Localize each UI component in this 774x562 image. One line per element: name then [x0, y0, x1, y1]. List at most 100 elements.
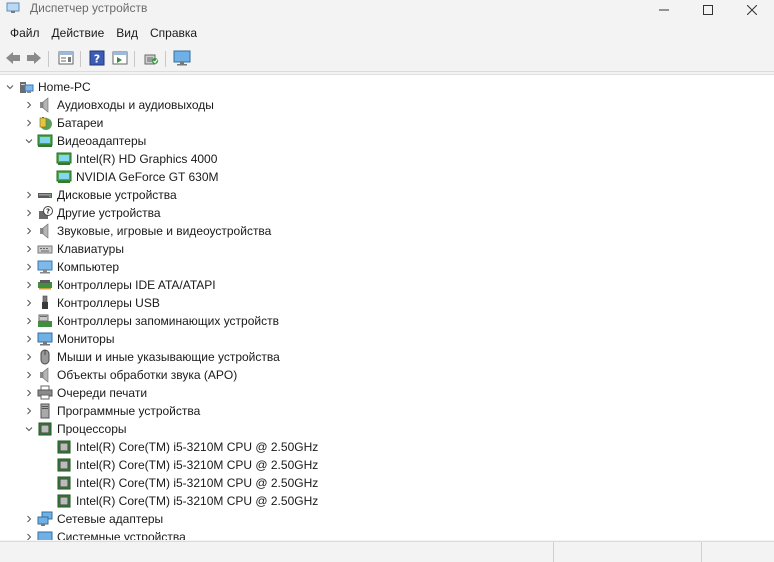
printer-icon [37, 385, 53, 401]
chevron-right-icon[interactable] [21, 240, 37, 258]
view-button[interactable] [110, 48, 130, 68]
keyboard-icon [37, 241, 53, 257]
tree-category-3[interactable]: Дисковые устройства [0, 186, 760, 204]
tree-category-7[interactable]: Компьютер [0, 258, 760, 276]
tree-item-label: Другие устройства [57, 206, 161, 220]
chevron-down-icon[interactable] [21, 132, 37, 150]
chevron-right-icon[interactable] [21, 528, 37, 540]
display-device-icon [56, 169, 72, 185]
tree-category-12[interactable]: Мыши и иные указывающие устройства [0, 348, 760, 366]
tree-item-label: Сетевые адаптеры [57, 512, 164, 526]
tree-category-2[interactable]: Видеоадаптеры [0, 132, 760, 150]
chevron-right-icon[interactable] [21, 366, 37, 384]
device-tree[interactable]: Home-PC Аудиовходы и аудиовыходы Батареи Ви… [0, 74, 774, 540]
tree-item-label: Intel(R) Core(TM) i5-3210M CPU @ 2.50GHz [76, 476, 319, 490]
pc-root-icon [18, 79, 34, 95]
tree-item-label: Объекты обработки звука (APO) [57, 368, 238, 382]
back-icon [6, 52, 20, 64]
tree-category-9[interactable]: Контроллеры USB [0, 294, 760, 312]
unknown-device-icon: ? [37, 205, 53, 221]
tree-device-2-1[interactable]: NVIDIA GeForce GT 630M [0, 168, 760, 186]
chevron-down-icon[interactable] [21, 420, 37, 438]
chevron-right-icon[interactable] [21, 294, 37, 312]
properties-icon [58, 51, 74, 65]
toolbar-separator [80, 51, 81, 67]
monitor-button[interactable] [172, 48, 192, 68]
ide-controller-icon [37, 277, 53, 293]
processor-icon [56, 493, 72, 509]
tree-category-18[interactable]: Системные устройства [0, 528, 760, 540]
tree-category-15[interactable]: Программные устройства [0, 402, 760, 420]
tree-category-11[interactable]: Мониторы [0, 330, 760, 348]
tree-category-8[interactable]: Контроллеры IDE ATA/ATAPI [0, 276, 760, 294]
tree-category-10[interactable]: Контроллеры запоминающих устройств [0, 312, 760, 330]
forward-icon [27, 52, 41, 64]
tree-device-16-1[interactable]: Intel(R) Core(TM) i5-3210M CPU @ 2.50GHz [0, 456, 760, 474]
speaker-icon [37, 97, 53, 113]
chevron-right-icon[interactable] [21, 348, 37, 366]
back-button[interactable] [3, 48, 23, 68]
chevron-right-icon[interactable] [21, 384, 37, 402]
chevron-right-icon[interactable] [21, 276, 37, 294]
tree-category-17[interactable]: Сетевые адаптеры [0, 510, 760, 528]
chevron-right-icon[interactable] [21, 330, 37, 348]
maximize-button[interactable] [686, 0, 730, 19]
tree-item-label: Home-PC [38, 80, 91, 94]
tree-category-4[interactable]: ? Другие устройства [0, 204, 760, 222]
chevron-right-icon[interactable] [21, 114, 37, 132]
minimize-button[interactable] [642, 0, 686, 19]
properties-button[interactable] [56, 48, 76, 68]
tree-device-16-2[interactable]: Intel(R) Core(TM) i5-3210M CPU @ 2.50GHz [0, 474, 760, 492]
tree-root-home-pc[interactable]: Home-PC [0, 78, 760, 96]
storage-controller-icon [37, 313, 53, 329]
network-adapter-icon [37, 511, 53, 527]
tree-item-label: Аудиовходы и аудиовыходы [57, 98, 214, 112]
tree-item-label: Звуковые, игровые и видеоустройства [57, 224, 272, 238]
tree-category-6[interactable]: Клавиатуры [0, 240, 760, 258]
tree-category-5[interactable]: Звуковые, игровые и видеоустройства [0, 222, 760, 240]
menu-file[interactable]: Файл [4, 26, 46, 40]
tree-category-0[interactable]: Аудиовходы и аудиовыходы [0, 96, 760, 114]
tree-item-label: Intel(R) Core(TM) i5-3210M CPU @ 2.50GHz [76, 458, 319, 472]
menu-view[interactable]: Вид [110, 26, 144, 40]
chevron-down-icon[interactable] [2, 78, 18, 96]
tree-item-label: Intel(R) Core(TM) i5-3210M CPU @ 2.50GHz [76, 494, 319, 508]
chevron-right-icon[interactable] [21, 258, 37, 276]
battery-icon [37, 115, 53, 131]
computer-icon [37, 259, 53, 275]
tree-category-13[interactable]: Объекты обработки звука (APO) [0, 366, 760, 384]
tree-category-16[interactable]: Процессоры [0, 420, 760, 438]
toolbar: ? [0, 44, 774, 72]
tree-device-16-3[interactable]: Intel(R) Core(TM) i5-3210M CPU @ 2.50GHz [0, 492, 760, 510]
chevron-right-icon[interactable] [21, 222, 37, 240]
tree-category-14[interactable]: Очереди печати [0, 384, 760, 402]
toolbar-separator [48, 51, 49, 67]
chevron-right-icon[interactable] [21, 186, 37, 204]
tree-item-label: Дисковые устройства [57, 188, 177, 202]
menu-help[interactable]: Справка [144, 26, 203, 40]
chevron-right-icon[interactable] [21, 402, 37, 420]
tree-device-2-0[interactable]: Intel(R) HD Graphics 4000 [0, 150, 760, 168]
tree-device-16-0[interactable]: Intel(R) Core(TM) i5-3210M CPU @ 2.50GHz [0, 438, 760, 456]
svg-text:?: ? [94, 53, 100, 66]
chevron-right-icon[interactable] [21, 96, 37, 114]
device-manager-icon [6, 2, 20, 13]
processor-icon [37, 421, 53, 437]
disk-drive-icon [37, 187, 53, 203]
title-bar: Диспетчер устройств [0, 0, 774, 19]
tree-item-label: Компьютер [57, 260, 120, 274]
tree-item-label: Intel(R) HD Graphics 4000 [76, 152, 218, 166]
scan-hardware-button[interactable] [141, 48, 161, 68]
forward-button[interactable] [24, 48, 44, 68]
chevron-right-icon[interactable] [21, 510, 37, 528]
chevron-right-icon[interactable] [21, 312, 37, 330]
tree-category-1[interactable]: Батареи [0, 114, 760, 132]
close-button[interactable] [730, 0, 774, 19]
tree-item-label: Контроллеры USB [57, 296, 160, 310]
help-button[interactable]: ? [87, 48, 107, 68]
chevron-right-icon[interactable] [21, 204, 37, 222]
menu-action[interactable]: Действие [46, 26, 111, 40]
